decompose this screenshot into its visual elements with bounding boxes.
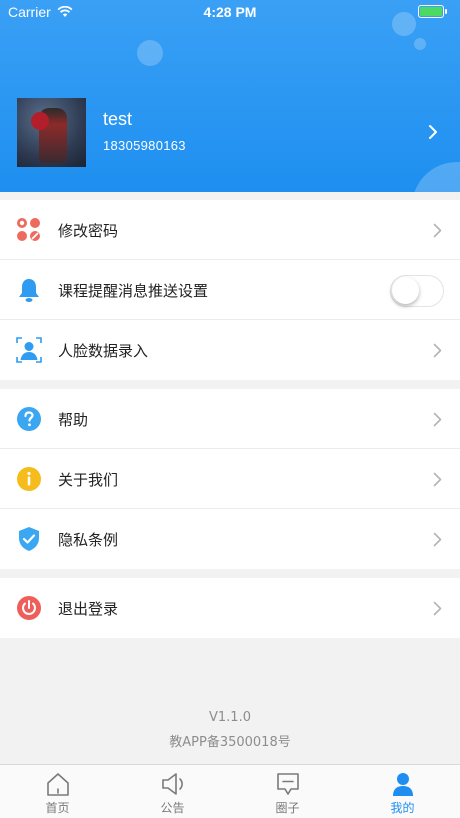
home-icon [46, 773, 69, 796]
power-icon [17, 596, 41, 620]
user-phone: 18305980163 [103, 138, 186, 153]
menu-label: 修改密码 [58, 222, 119, 240]
menu-label: 课程提醒消息推送设置 [58, 282, 209, 300]
tab-home[interactable]: 首页 [0, 765, 115, 818]
menu-item-face-data[interactable]: 人脸数据录入 [0, 320, 460, 380]
chevron-right-icon [433, 223, 442, 238]
decor-bubble [137, 40, 163, 66]
menu-item-logout[interactable]: 退出登录 [0, 578, 460, 638]
profile-header: Carrier 4:28 PM test 18305980163 [0, 0, 460, 192]
person-icon [392, 773, 413, 796]
shield-check-icon [19, 527, 39, 551]
chevron-right-icon [433, 532, 442, 547]
menu-item-change-password[interactable]: 修改密码 [0, 200, 460, 260]
chevron-right-icon[interactable] [428, 124, 438, 140]
bottom-tab-bar: 首页 公告 圈子 我的 [0, 764, 460, 818]
user-name: test [103, 109, 133, 129]
info-icon [17, 467, 41, 491]
chevron-right-icon [433, 412, 442, 427]
tab-label: 公告 [160, 801, 185, 815]
chevron-right-icon [433, 472, 442, 487]
tab-mine[interactable]: 我的 [345, 765, 460, 818]
face-scan-icon [16, 337, 42, 363]
menu-label: 帮助 [58, 411, 89, 429]
tab-label: 我的 [390, 801, 415, 815]
menu-item-help[interactable]: 帮助 [0, 389, 460, 449]
chevron-right-icon [433, 601, 442, 616]
decor-bubble [414, 38, 426, 50]
app-record-number: 教APP备3500018号 [169, 735, 291, 750]
settings-group-account: 修改密码 课程提醒消息推送设置 人脸数据录入 [0, 200, 460, 380]
chevron-right-icon [433, 343, 442, 358]
battery-icon [418, 5, 447, 18]
message-icon [276, 773, 299, 795]
settings-group-logout: 退出登录 [0, 578, 460, 638]
settings-group-info: 帮助 关于我们 隐私条例 [0, 389, 460, 569]
menu-item-privacy[interactable]: 隐私条例 [0, 509, 460, 569]
reminder-toggle[interactable] [390, 275, 444, 307]
menu-item-about-us[interactable]: 关于我们 [0, 449, 460, 509]
question-icon [17, 407, 41, 431]
tab-label: 首页 [45, 801, 70, 815]
app-version: V1.1.0 [209, 710, 251, 725]
tab-announcements[interactable]: 公告 [115, 765, 230, 818]
bell-icon [19, 279, 39, 302]
menu-label: 关于我们 [58, 471, 119, 489]
status-bar: Carrier 4:28 PM [0, 0, 460, 26]
menu-item-course-reminder: 课程提醒消息推送设置 [0, 260, 460, 320]
speaker-icon [161, 773, 183, 795]
grid-edit-icon [17, 218, 40, 241]
menu-label: 隐私条例 [58, 531, 119, 549]
tab-circle[interactable]: 圈子 [230, 765, 345, 818]
tab-label: 圈子 [275, 801, 300, 815]
decor-bubble [412, 162, 460, 192]
avatar[interactable] [17, 98, 86, 167]
status-time: 4:28 PM [203, 4, 257, 20]
menu-label: 人脸数据录入 [58, 342, 149, 360]
menu-label: 退出登录 [58, 600, 119, 618]
